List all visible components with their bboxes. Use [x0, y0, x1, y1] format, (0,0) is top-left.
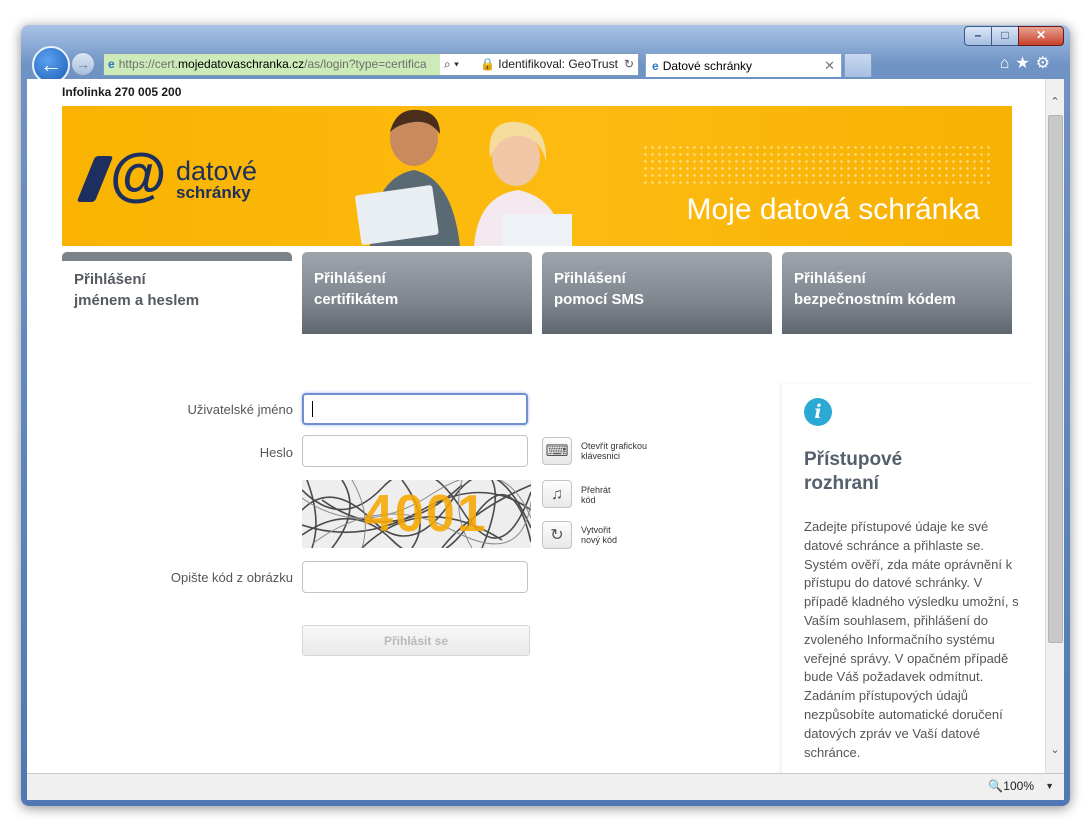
new-tab-button[interactable] — [844, 53, 872, 77]
info-title-line1: Přístupové — [804, 449, 903, 470]
tab-login-security-code[interactable]: Přihlášení bezpečnostním kódem — [782, 252, 1012, 334]
logo-text-1: datové — [176, 156, 258, 186]
tab-ie-logo-icon: e — [652, 59, 659, 73]
security-identity[interactable]: 🔒 Identifikoval: GeoTrust — [480, 54, 618, 75]
play-code-label[interactable]: Přehrát kód — [581, 485, 611, 505]
music-note-icon[interactable]: ♫ — [542, 480, 572, 508]
password-input[interactable] — [302, 435, 528, 467]
info-panel: i Přístupové rozhraní Zadejte přístupové … — [782, 384, 1035, 773]
scroll-down-icon[interactable]: ⌄ — [1046, 741, 1064, 759]
tab-login-sms[interactable]: Přihlášení pomocí SMS — [542, 252, 772, 334]
lock-icon: 🔒 — [480, 57, 495, 71]
banner-dots — [642, 144, 992, 186]
tab-line1: Přihlášení — [74, 271, 146, 288]
zoom-dropdown-icon[interactable]: ▼ — [1045, 774, 1054, 798]
info-title: Přístupové rozhraní — [804, 448, 1004, 496]
tab-login-password[interactable]: Přihlášení jménem a heslem — [62, 252, 292, 334]
keyboard-label[interactable]: Otevřít grafickou klávesnici — [581, 441, 647, 461]
zoom-control[interactable]: 🔍100% — [988, 774, 1034, 798]
logo-slash — [76, 156, 114, 202]
info-text: Zadejte přístupové údaje ke své datové s… — [804, 519, 1019, 760]
banner-title: Moje datová schránka — [686, 193, 981, 226]
info-icon: i — [804, 398, 832, 426]
url-path: /as/login?type=certifica — [304, 57, 427, 71]
page-content: Infolinka 270 005 200 @ datové schránky … — [27, 79, 1064, 773]
captcha-label: Opište kód z obrázku — [170, 570, 293, 585]
address-bar[interactable]: e https://cert.mojedatovaschranka.cz/as/l… — [103, 53, 639, 76]
login-tabs: Přihlášení jménem a heslem Přihlášení ce… — [62, 252, 1012, 334]
scrollbar-thumb[interactable] — [1048, 115, 1063, 643]
toolbar-icons: ⌂★⚙ — [1000, 53, 1056, 73]
close-window-button[interactable]: ✕ — [1018, 26, 1064, 46]
tab-line2: jménem a heslem — [74, 292, 200, 309]
vertical-scrollbar[interactable]: ⌃ ⌄ — [1045, 79, 1064, 773]
maximize-button[interactable]: □ — [991, 26, 1019, 46]
status-bar: 🔍100% ▼ — [27, 773, 1064, 800]
play-label-line1: Přehrát — [581, 485, 611, 495]
captcha-text: 4001 — [364, 485, 488, 543]
tab-title: Datové schránky — [662, 59, 753, 73]
captcha-image: 4001 — [302, 480, 531, 548]
new-code-label-line1: Vytvořit — [581, 525, 611, 535]
minimize-button[interactable]: – — [964, 26, 992, 46]
close-tab-icon[interactable]: ✕ — [824, 54, 835, 78]
identity-text: Identifikoval: GeoTrust — [498, 57, 618, 71]
new-code-label[interactable]: Vytvořit nový kód — [581, 525, 617, 545]
zoom-icon: 🔍 — [988, 779, 1004, 793]
browser-window: – □ ✕ ← → e https://cert.mojedatovaschran… — [21, 25, 1070, 806]
tab-line1: Přihlášení — [314, 270, 386, 287]
ie-logo-icon: e — [108, 57, 115, 71]
tab-login-certificate[interactable]: Přihlášení certifikátem — [302, 252, 532, 334]
star-icon[interactable]: ★ — [1015, 55, 1035, 72]
banner-photo — [355, 109, 572, 246]
password-label: Heslo — [259, 445, 293, 460]
new-code-label-line2: nový kód — [581, 535, 618, 545]
browser-tab[interactable]: e Datové schránky ✕ — [645, 53, 842, 77]
username-input[interactable] — [302, 393, 528, 425]
infoline: Infolinka 270 005 200 — [62, 85, 182, 99]
url-prefix: https://cert. — [118, 57, 179, 71]
captcha-input[interactable] — [302, 561, 528, 593]
tab-line1: Přihlášení — [794, 270, 866, 287]
header-banner: @ datové schránky Moje datová schránka — [62, 106, 1012, 246]
zoom-level: 100% — [1003, 779, 1034, 793]
tab-line2: bezpečnostním kódem — [794, 291, 956, 308]
play-label-line2: kód — [581, 495, 596, 505]
logo-text-2: schránky — [176, 183, 251, 202]
keyboard-label-line2: klávesnici — [581, 451, 621, 461]
window-controls: – □ ✕ — [964, 26, 1064, 46]
home-icon[interactable]: ⌂ — [1000, 55, 1016, 72]
scroll-up-icon[interactable]: ⌃ — [1046, 93, 1064, 111]
logo-at-icon: @ — [110, 142, 167, 207]
tab-line2: pomocí SMS — [554, 291, 645, 308]
reload-icon[interactable]: ↻ — [542, 521, 572, 549]
text-caret — [312, 401, 313, 417]
keyboard-icon[interactable]: ⌨ — [542, 437, 572, 465]
forward-arrow-icon[interactable]: → — [71, 52, 95, 76]
search-icon[interactable]: ⌕ ▾ — [444, 54, 459, 75]
keyboard-label-line1: Otevřít grafickou — [581, 441, 648, 451]
tab-line2: certifikátem — [314, 291, 399, 308]
address-url[interactable]: e https://cert.mojedatovaschranka.cz/as/l… — [104, 54, 440, 75]
info-title-line2: rozhraní — [804, 473, 879, 494]
url-domain: mojedatovaschranka.cz — [178, 57, 305, 71]
refresh-icon[interactable]: ↻ — [624, 54, 634, 75]
gear-icon[interactable]: ⚙ — [1036, 55, 1056, 72]
login-button[interactable]: Přihlásit se — [302, 625, 530, 656]
username-label: Uživatelské jméno — [187, 402, 294, 417]
tab-line1: Přihlášení — [554, 270, 626, 287]
